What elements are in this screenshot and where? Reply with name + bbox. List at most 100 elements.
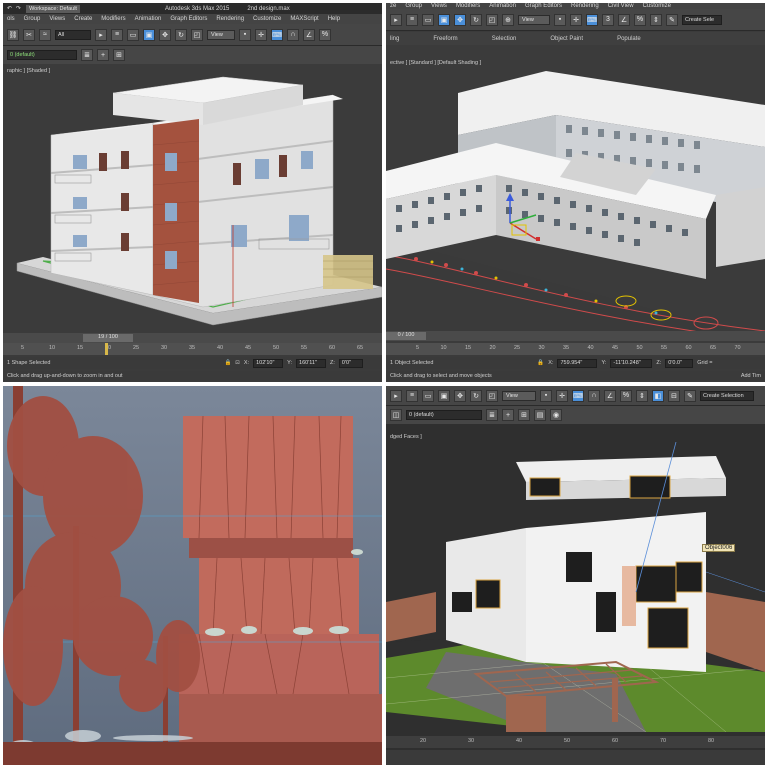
- lock-icon[interactable]: 🔒: [224, 360, 231, 366]
- ribbon-tab[interactable]: Populate: [617, 36, 641, 42]
- layer-dropdown[interactable]: 0 (default): [406, 410, 482, 420]
- viewport-3d[interactable]: [386, 69, 765, 331]
- coord-y-field[interactable]: -11'10.248": [610, 358, 653, 368]
- spinner-snap-icon[interactable]: ⇕: [636, 389, 648, 402]
- ribbon-tab[interactable]: Selection: [492, 36, 517, 42]
- menu-item[interactable]: Views: [49, 16, 65, 22]
- select-by-name-icon[interactable]: ≡: [406, 389, 418, 402]
- move-icon[interactable]: ✥: [454, 13, 466, 26]
- render-view[interactable]: [3, 386, 382, 765]
- pivot-icon[interactable]: ▪: [239, 28, 251, 41]
- lock-icon[interactable]: 🔒: [537, 360, 544, 366]
- coord-x-field[interactable]: 759.954": [557, 358, 598, 368]
- absolute-mode-icon[interactable]: ⊡: [235, 360, 240, 366]
- bind-icon[interactable]: ≈: [39, 28, 51, 41]
- new-layer-icon[interactable]: +: [502, 409, 514, 421]
- viewport-3d[interactable]: [3, 75, 382, 333]
- spinner-snap-icon[interactable]: ⇕: [650, 13, 662, 26]
- menu-item[interactable]: Help: [328, 16, 340, 22]
- create-selection-set-field[interactable]: Create Selection: [700, 390, 754, 401]
- workspace-dropdown[interactable]: Workspace: Default: [25, 3, 81, 14]
- window-crossing-icon[interactable]: ▣: [143, 28, 155, 41]
- menu-item[interactable]: Rendering: [216, 16, 244, 22]
- rotate-icon[interactable]: ↻: [470, 389, 482, 402]
- rect-selection-icon[interactable]: ▭: [422, 13, 434, 26]
- pivot-icon[interactable]: ▪: [540, 389, 552, 402]
- select-by-name-icon[interactable]: ≡: [406, 13, 418, 26]
- time-slider-marker[interactable]: [105, 343, 108, 355]
- keyboard-shortcut-icon[interactable]: ⌨: [271, 28, 283, 41]
- manipulate-icon[interactable]: ✛: [570, 13, 582, 26]
- new-layer-icon[interactable]: +: [97, 49, 109, 61]
- select-by-name-icon[interactable]: ≡: [111, 28, 123, 41]
- percent-snap-icon[interactable]: %: [319, 28, 331, 41]
- snap-toggle-icon[interactable]: ∩: [287, 28, 299, 41]
- layer-icon[interactable]: ◫: [390, 409, 402, 421]
- time-slider-track[interactable]: 0 / 100: [386, 331, 765, 341]
- move-icon[interactable]: ✥: [454, 389, 466, 402]
- move-icon[interactable]: ✥: [159, 28, 171, 41]
- select-object-icon[interactable]: ▸: [390, 389, 402, 402]
- unlink-icon[interactable]: ✂: [23, 28, 35, 41]
- rect-selection-icon[interactable]: ▭: [127, 28, 139, 41]
- keyboard-shortcut-icon[interactable]: ⌨: [586, 13, 598, 26]
- add-to-layer-icon[interactable]: ⊞: [113, 49, 125, 61]
- menu-item[interactable]: ols: [7, 16, 15, 22]
- viewport-label[interactable]: dged Faces ]: [386, 432, 765, 442]
- frame-counter[interactable]: 0 / 100: [386, 332, 426, 340]
- edit-named-selection-icon[interactable]: ✎: [684, 389, 696, 402]
- add-to-layer-icon[interactable]: ⊞: [518, 409, 530, 421]
- track-bar-ruler[interactable]: 5 10 15 20 25 30 35 40 45 50 55 60 65: [3, 343, 382, 355]
- percent-snap-icon[interactable]: %: [620, 389, 632, 402]
- coord-z-field[interactable]: 0'0": [338, 358, 363, 368]
- ribbon-tab[interactable]: Object Paint: [550, 36, 583, 42]
- ribbon-tab[interactable]: Freeform: [433, 36, 457, 42]
- menu-item[interactable]: Create: [74, 16, 92, 22]
- undo-icon[interactable]: ↶: [7, 5, 12, 12]
- manipulate-icon[interactable]: ✛: [556, 389, 568, 402]
- keyboard-shortcut-icon[interactable]: ⌨: [572, 389, 584, 402]
- window-crossing-icon[interactable]: ▣: [438, 13, 450, 26]
- scale-icon[interactable]: ◰: [191, 28, 203, 41]
- select-in-layer-icon[interactable]: ▤: [534, 409, 546, 421]
- reference-coordinate-dropdown[interactable]: View: [502, 390, 536, 401]
- align-icon[interactable]: ⊟: [668, 389, 680, 402]
- layer-dropdown[interactable]: 0 (default): [7, 50, 77, 60]
- time-slider-track[interactable]: 19 / 100: [3, 333, 382, 343]
- menu-item[interactable]: Customize: [253, 16, 281, 22]
- snap-toggle-icon[interactable]: 3: [602, 13, 614, 26]
- frame-counter[interactable]: 19 / 100: [83, 334, 133, 342]
- reference-coordinate-dropdown[interactable]: View: [518, 14, 550, 25]
- add-time-tag-button[interactable]: Add Tim: [741, 373, 761, 379]
- percent-snap-icon[interactable]: %: [634, 13, 646, 26]
- layer-manager-icon[interactable]: ≣: [486, 409, 498, 421]
- rotate-icon[interactable]: ↻: [175, 28, 187, 41]
- selection-filter-dropdown[interactable]: All: [55, 29, 91, 40]
- select-object-icon[interactable]: ▸: [95, 28, 107, 41]
- set-current-layer-icon[interactable]: ◉: [550, 409, 562, 421]
- link-icon[interactable]: ⛓: [7, 28, 19, 41]
- window-crossing-icon[interactable]: ▣: [438, 389, 450, 402]
- mirror-icon[interactable]: ◧: [652, 389, 664, 402]
- rotate-icon[interactable]: ↻: [470, 13, 482, 26]
- scale-icon[interactable]: ◰: [486, 13, 498, 26]
- edit-named-selection-icon[interactable]: ✎: [666, 13, 678, 26]
- menu-item[interactable]: MAXScript: [290, 16, 318, 22]
- viewport-label[interactable]: ective ] [Standard ] [Default Shading ]: [386, 58, 765, 68]
- viewport-3d[interactable]: Object006: [386, 442, 765, 732]
- pivot-icon[interactable]: ▪: [554, 13, 566, 26]
- scale-icon[interactable]: ◰: [486, 389, 498, 402]
- angle-snap-icon[interactable]: ∠: [618, 13, 630, 26]
- redo-icon[interactable]: ↷: [16, 5, 21, 12]
- coord-x-field[interactable]: 102'10": [253, 358, 284, 368]
- snap-toggle-icon[interactable]: ∩: [588, 389, 600, 402]
- layer-manager-icon[interactable]: ≣: [81, 49, 93, 61]
- menu-item[interactable]: Graph Editors: [170, 16, 207, 22]
- track-bar-ruler[interactable]: 20 30 40 50 60 70 80: [386, 736, 765, 748]
- select-object-icon[interactable]: ▸: [390, 13, 402, 26]
- menu-item[interactable]: Animation: [135, 16, 162, 22]
- menu-item[interactable]: Modifiers: [101, 16, 125, 22]
- coord-z-field[interactable]: 0'0.0": [665, 358, 694, 368]
- manipulate-icon[interactable]: ✛: [255, 28, 267, 41]
- rect-selection-icon[interactable]: ▭: [422, 389, 434, 402]
